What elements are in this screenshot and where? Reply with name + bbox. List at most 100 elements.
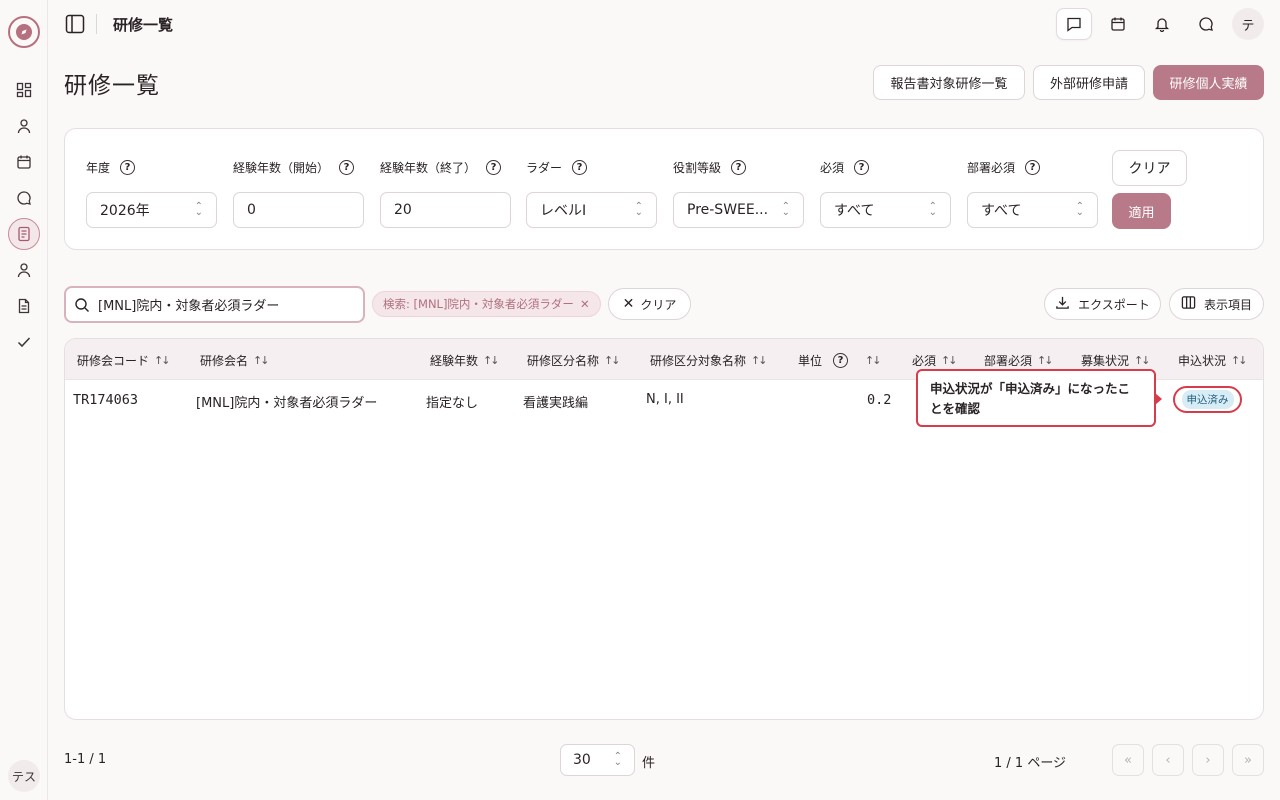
- exp-start-label: 経験年数（開始）?: [233, 159, 355, 176]
- sort-icon: ↑↓: [483, 354, 500, 367]
- cell-exp: 指定なし: [426, 396, 479, 411]
- per-page-unit: 件: [642, 756, 656, 771]
- chevron-updown-icon: ⌃ ⌄: [1075, 201, 1084, 218]
- col-required[interactable]: 必須 ↑↓: [912, 352, 958, 369]
- sort-icon: ↑↓: [941, 354, 958, 367]
- annotation-callout: 申込状況が「申込済み」になったことを確認: [916, 369, 1156, 427]
- dept-required-label: 部署必須?: [967, 159, 1041, 176]
- top-bar: 研修一覧 テ: [48, 0, 1280, 48]
- sort-icon: ↑↓: [604, 354, 621, 367]
- report-training-list-button[interactable]: 報告書対象研修一覧: [873, 65, 1025, 100]
- calendar-icon[interactable]: [12, 150, 36, 174]
- cell-unit: 0.2: [867, 392, 892, 408]
- dashboard-icon[interactable]: [12, 78, 36, 102]
- compass-logo-icon[interactable]: [8, 16, 40, 48]
- sort-icon: ↑↓: [1231, 354, 1248, 367]
- prev-page-icon[interactable]: ‹: [1152, 744, 1184, 776]
- search-clear-button[interactable]: ✕ クリア: [608, 288, 691, 320]
- per-page-select[interactable]: 30 ⌃ ⌄: [560, 744, 635, 776]
- callout-arrow: [1155, 393, 1162, 405]
- export-button[interactable]: エクスポート: [1044, 288, 1161, 320]
- col-name[interactable]: 研修会名 ↑↓: [200, 352, 270, 369]
- help-icon[interactable]: ?: [120, 160, 136, 175]
- chat-icon[interactable]: [12, 186, 36, 210]
- help-icon[interactable]: ?: [339, 160, 355, 175]
- col-code[interactable]: 研修会コード ↑↓: [77, 352, 171, 369]
- first-page-icon[interactable]: «: [1112, 744, 1144, 776]
- chevron-updown-icon: ⌃ ⌄: [194, 201, 203, 218]
- help-icon[interactable]: ?: [486, 160, 502, 175]
- ladder-select[interactable]: レベルI ⌃ ⌄: [526, 192, 657, 228]
- help-icon[interactable]: ?: [833, 353, 849, 368]
- download-icon: [1055, 295, 1070, 313]
- last-page-icon[interactable]: »: [1232, 744, 1264, 776]
- close-icon: ✕: [622, 296, 635, 312]
- col-apply[interactable]: 申込状況 ↑↓: [1178, 352, 1248, 369]
- required-select[interactable]: すべて ⌃ ⌄: [820, 192, 951, 228]
- sidebar-avatar[interactable]: テス: [8, 760, 40, 792]
- chat-bubble-icon[interactable]: [1188, 8, 1224, 40]
- divider: [96, 14, 97, 34]
- cell-target: N, I, II: [646, 392, 684, 407]
- next-page-icon[interactable]: ›: [1192, 744, 1224, 776]
- sidebar: テス: [0, 0, 48, 800]
- calendar-button[interactable]: [1100, 8, 1136, 40]
- status-badge: 申込済み: [1173, 386, 1242, 413]
- exp-end-label: 経験年数（終了）?: [380, 159, 502, 176]
- help-icon[interactable]: ?: [854, 160, 870, 175]
- cell-category: 看護実践編: [523, 396, 589, 411]
- sort-icon: ↑↓: [1134, 354, 1151, 367]
- chevron-updown-icon: ⌃ ⌄: [928, 201, 937, 218]
- sidebar-toggle-icon[interactable]: [64, 13, 86, 35]
- col-exp[interactable]: 経験年数 ↑↓: [430, 352, 500, 369]
- cell-name: [MNL]院内・対象者必須ラダー: [196, 396, 378, 411]
- check-icon[interactable]: [12, 330, 36, 354]
- user-icon[interactable]: [12, 114, 36, 138]
- help-icon[interactable]: ?: [731, 160, 747, 175]
- required-label: 必須?: [820, 159, 870, 176]
- external-training-apply-button[interactable]: 外部研修申請: [1033, 65, 1145, 100]
- chevron-updown-icon: ⌃ ⌄: [613, 751, 622, 768]
- sort-icon: ↑↓: [865, 354, 882, 367]
- chevron-updown-icon: ⌃ ⌄: [634, 201, 643, 218]
- col-dept-required[interactable]: 部署必須 ↑↓: [984, 352, 1054, 369]
- dept-required-select[interactable]: すべて ⌃ ⌄: [967, 192, 1098, 228]
- filter-panel: 年度? 2026年 ⌃ ⌄ 経験年数（開始）? 0 経験年数（終了）? 20 ラダー…: [64, 128, 1264, 250]
- personal-record-button[interactable]: 研修個人実績: [1153, 65, 1264, 100]
- person-icon[interactable]: [12, 258, 36, 282]
- page-info: 1 / 1 ページ: [994, 756, 1067, 771]
- sort-icon: ↑↓: [751, 354, 768, 367]
- exp-end-input[interactable]: 20: [380, 192, 511, 228]
- top-title: 研修一覧: [113, 16, 174, 34]
- ladder-label: ラダー?: [526, 159, 588, 176]
- col-target[interactable]: 研修区分対象名称 ↑↓: [650, 352, 768, 369]
- result-count: 1-1 / 1: [64, 752, 107, 767]
- columns-icon: [1181, 295, 1196, 313]
- columns-button[interactable]: 表示項目: [1169, 288, 1264, 320]
- messages-button[interactable]: [1056, 8, 1092, 40]
- year-filter-label: 年度?: [86, 159, 136, 176]
- help-icon[interactable]: ?: [1025, 160, 1041, 175]
- filter-apply-button[interactable]: 適用: [1112, 193, 1171, 229]
- grade-select[interactable]: Pre-SWEE... ⌃ ⌄: [673, 192, 804, 228]
- close-icon[interactable]: ✕: [580, 297, 590, 311]
- grade-label: 役割等級?: [673, 159, 747, 176]
- user-avatar[interactable]: テ: [1232, 8, 1264, 40]
- sort-icon: ↑↓: [1037, 354, 1054, 367]
- sort-icon: ↑↓: [154, 354, 171, 367]
- help-icon[interactable]: ?: [572, 160, 588, 175]
- chevron-updown-icon: ⌃ ⌄: [781, 201, 790, 218]
- document-icon[interactable]: [12, 294, 36, 318]
- filter-clear-button[interactable]: クリア: [1112, 150, 1187, 186]
- col-category[interactable]: 研修区分名称 ↑↓: [527, 352, 621, 369]
- training-list-icon[interactable]: [8, 218, 40, 250]
- search-input[interactable]: [MNL]院内・対象者必須ラダー: [64, 286, 365, 323]
- notification-bell-icon[interactable]: [1144, 8, 1180, 40]
- col-recruit[interactable]: 募集状況 ↑↓: [1081, 352, 1151, 369]
- search-filter-chip: 検索: [MNL]院内・対象者必須ラダー ✕: [372, 291, 601, 317]
- cell-code: TR174063: [73, 392, 139, 408]
- year-select[interactable]: 2026年 ⌃ ⌄: [86, 192, 217, 228]
- search-icon: [74, 297, 90, 317]
- exp-start-input[interactable]: 0: [233, 192, 364, 228]
- col-unit[interactable]: 単位? ↑↓: [798, 352, 882, 369]
